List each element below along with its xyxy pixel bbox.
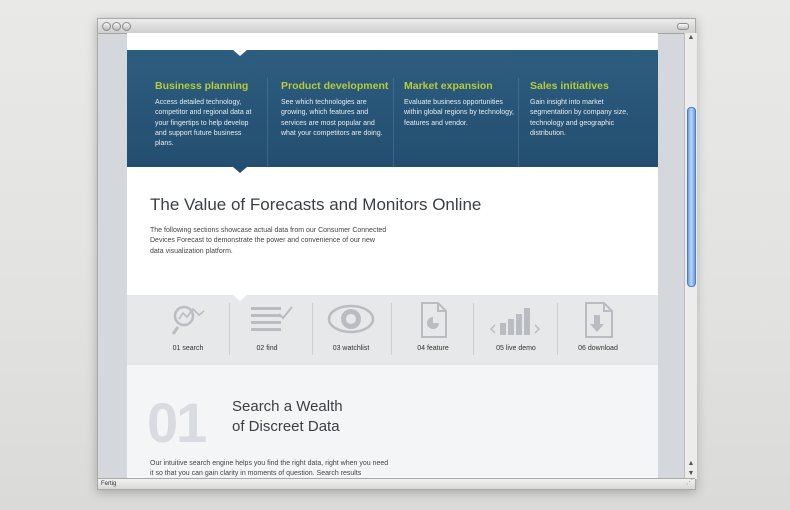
bar-chart-icon (489, 308, 541, 335)
list-check-icon (251, 306, 293, 331)
hero-column-business-planning: Business planning Access detailed techno… (155, 80, 257, 149)
hero-column-title: Sales initiatives (530, 80, 609, 92)
status-bar: Fertig ⋰ (98, 478, 695, 489)
hero-column-title: Product development (281, 80, 389, 92)
document-pie-icon (421, 302, 447, 338)
search-chart-icon (171, 305, 205, 335)
scroll-thumb[interactable] (687, 107, 696, 287)
tab-download-label: 06 download (578, 345, 618, 352)
hero-column-sales-initiatives: Sales initiatives Gain insight into mark… (530, 80, 642, 139)
tab-live-demo-label: 05 live demo (496, 345, 536, 352)
section-text: Our intuitive search engine helps you fi… (150, 460, 389, 478)
section-title: Search a Wealth of Discreet Data (232, 397, 343, 437)
hero-column-text: Access detailed technology, competitor a… (155, 99, 252, 148)
hero-top-notch (233, 50, 247, 56)
tab-feature-label: 04 feature (417, 345, 449, 352)
web-page: Business planning Access detailed techno… (127, 33, 658, 479)
download-document-icon (585, 302, 613, 338)
hero-column-text: Evaluate business opportunities within g… (404, 99, 514, 127)
title-bar (98, 19, 695, 34)
hero-divider (393, 78, 394, 178)
hero-divider (267, 78, 268, 178)
close-window-button[interactable] (102, 22, 111, 31)
tabs-top-notch (233, 295, 247, 301)
value-section-text: The following sections showcase actual d… (150, 227, 387, 255)
section-title-line-2: of Discreet Data (232, 418, 340, 435)
hero-divider (518, 78, 519, 178)
tab-separator (312, 303, 313, 355)
section-number: 01 (147, 391, 207, 454)
value-section-title: The Value of Forecasts and Monitors Onli… (150, 195, 482, 214)
hero-column-text: See which technologies are growing, whic… (281, 99, 383, 137)
status-text: Fertig (101, 481, 117, 487)
tab-separator (557, 303, 558, 355)
tab-separator (391, 303, 392, 355)
hero-column-title: Business planning (155, 80, 249, 92)
browser-window: Business planning Access detailed techno… (97, 18, 697, 490)
hero-bottom-notch (233, 167, 247, 173)
section-title-line-1: Search a Wealth (232, 398, 343, 415)
resize-grip-icon[interactable]: ⋰ (686, 477, 693, 488)
scroll-up-arrow-icon[interactable]: ▲ (685, 459, 697, 469)
eye-icon (327, 304, 375, 334)
hero-column-product-development: Product development See which technologi… (281, 80, 389, 139)
zoom-window-button[interactable] (122, 22, 131, 31)
hero-column-title: Market expansion (404, 80, 493, 92)
tab-watchlist-label: 03 watchlist (332, 345, 370, 352)
scroll-up-arrow-icon[interactable]: ▲ (685, 33, 697, 43)
toolbar-toggle-button[interactable] (677, 23, 689, 30)
tab-search-label: 01 search (172, 345, 204, 352)
vertical-scrollbar[interactable]: ▲ ▲ ▼ (684, 33, 697, 479)
hero-column-text: Gain insight into market segmentation by… (530, 99, 629, 137)
tab-separator (229, 303, 230, 355)
tab-separator (473, 303, 474, 355)
hero-column-market-expansion: Market expansion Evaluate business oppor… (404, 80, 516, 129)
tab-find-label: 02 find (256, 345, 278, 352)
minimize-window-button[interactable] (112, 22, 121, 31)
